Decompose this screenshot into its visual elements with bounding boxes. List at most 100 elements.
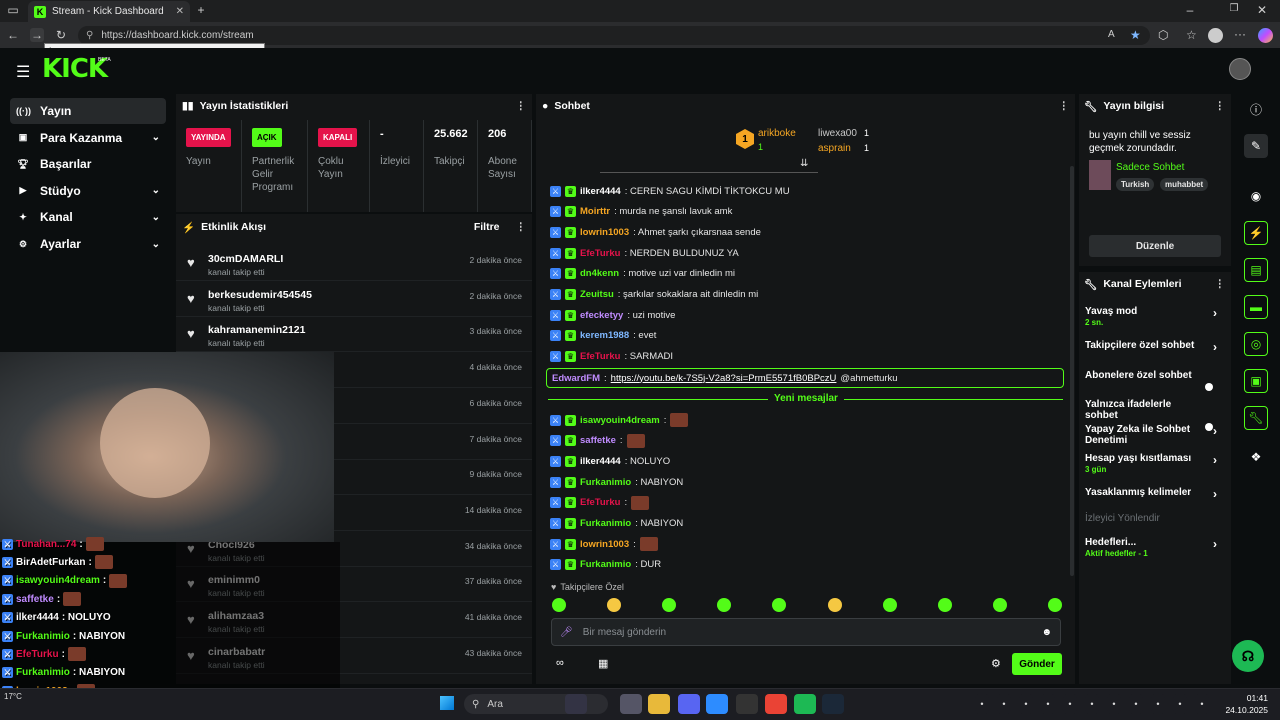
steam-icon[interactable] (822, 694, 844, 714)
chat-username[interactable]: ilker4444 (580, 186, 621, 197)
clipboard-icon[interactable]: ▤ (1244, 258, 1268, 282)
emote-icon[interactable] (882, 598, 897, 612)
spotify-icon[interactable] (794, 694, 816, 714)
wrench-icon[interactable]: 🔧︎ (1244, 406, 1268, 430)
emote-icon[interactable] (607, 598, 622, 612)
chat-input[interactable]: 🎤︎ Bir mesaj gönderin ☻ (551, 618, 1061, 646)
send-button[interactable]: Gönder (1012, 653, 1062, 675)
tray-app4-icon[interactable]: • (1063, 694, 1077, 714)
channel-action-item[interactable]: Abonelere özel sohbet (1085, 370, 1225, 381)
top-gifter-3[interactable]: asprain (818, 143, 851, 154)
network-icon[interactable]: • (1173, 694, 1187, 714)
filter-button[interactable]: Filtre (474, 221, 500, 233)
chat-username[interactable]: EfeTurku (580, 497, 620, 508)
chat-menu-icon[interactable]: ⋮ (1059, 100, 1070, 112)
chat-username[interactable]: lowrin1003 (580, 227, 629, 238)
broadcast-icon[interactable]: ◎ (1244, 332, 1268, 356)
effects-icon[interactable]: ❖ (1244, 445, 1268, 469)
chrome-icon[interactable] (765, 694, 787, 714)
channel-action-item[interactable]: Yavaş mod 2 sn. › (1085, 306, 1225, 327)
read-aloud-icon[interactable]: A (1108, 29, 1115, 40)
mic-icon[interactable]: 🎤︎ (560, 627, 573, 638)
channel-actions-menu-icon[interactable]: ⋮ (1215, 278, 1226, 290)
chat-username[interactable]: lowrin1003 (580, 539, 629, 550)
top-gifter-1[interactable]: arikboke (758, 128, 796, 139)
category-name[interactable]: Sadece Sohbet (1116, 162, 1184, 173)
chat-username[interactable]: Furkanimio (580, 477, 631, 488)
chevron-right-icon[interactable]: › (1213, 487, 1217, 501)
clock-time[interactable]: 01:41 (1224, 693, 1268, 703)
nav-item-0[interactable]: ((·)) Yayın (10, 98, 166, 124)
chat-username[interactable]: isawyouin4dream (580, 415, 660, 426)
chat-bubble-icon[interactable]: ▬ (1244, 295, 1268, 319)
chevron-right-icon[interactable]: › (1213, 453, 1217, 467)
tray-app7-icon[interactable]: • (1129, 694, 1143, 714)
chevron-down-icon[interactable]: ⌄ (152, 212, 160, 223)
emote-icon[interactable] (992, 598, 1007, 612)
channel-action-item[interactable]: Yasaklanmış kelimeler › (1085, 487, 1225, 501)
info-icon[interactable]: ⓘ (1244, 97, 1268, 121)
emote-icon[interactable] (937, 598, 952, 612)
nav-item-5[interactable]: ⚙ Ayarlar ⌄ (10, 231, 166, 257)
category-thumbnail[interactable] (1089, 160, 1111, 190)
minimize-icon[interactable]: – (1183, 3, 1197, 17)
chat-username[interactable]: EfeTurku (580, 248, 620, 259)
mention-user[interactable]: EdwardFM (552, 373, 600, 384)
hamburger-menu-icon[interactable]: ☰ (16, 62, 30, 82)
top-gifter-2[interactable]: liwexa00 (818, 128, 857, 139)
chevron-down-icon[interactable]: ⌄ (152, 185, 160, 196)
channel-action-item[interactable]: Hesap yaşı kısıtlaması 3 gün › (1085, 453, 1225, 474)
store-icon[interactable]: ▦ (598, 657, 608, 670)
extensions-icon[interactable]: ⬡ (1158, 28, 1168, 42)
emote-icon[interactable] (827, 598, 842, 612)
favorite-star-icon[interactable]: ★ (1130, 28, 1141, 42)
browser-tab[interactable]: K Stream - Kick Dashboard ✕ (28, 1, 190, 22)
edge-icon[interactable] (706, 694, 728, 714)
file-explorer-icon[interactable] (648, 694, 670, 714)
site-info-icon[interactable]: ⚲ (86, 30, 93, 41)
activity-item[interactable]: ♥ 30cmDAMARLI kanalı takip etti 2 dakika ön… (176, 245, 532, 281)
chat-username[interactable]: Furkanimio (580, 518, 631, 529)
tray-chevron-icon[interactable]: • (975, 694, 989, 714)
chat-username[interactable]: EfeTurku (580, 351, 620, 362)
stream-info-menu-icon[interactable]: ⋮ (1215, 100, 1226, 112)
chevron-right-icon[interactable]: › (1213, 424, 1217, 438)
emoji-picker-icon[interactable]: ☻ (1041, 627, 1052, 638)
expand-gifters-icon[interactable]: ⇊ (800, 158, 808, 169)
layout-icon[interactable]: ▣ (1244, 369, 1268, 393)
nav-item-2[interactable]: 🏆︎ Başarılar (10, 151, 166, 177)
start-button[interactable] (440, 696, 454, 710)
help-headset-icon[interactable]: ☊ (1232, 640, 1264, 672)
favorites-icon[interactable]: ☆ (1186, 28, 1197, 42)
channel-action-item[interactable]: İzleyici Yönlendir (1085, 513, 1225, 524)
copilot-icon[interactable] (1258, 28, 1273, 43)
tray-app2-icon[interactable]: • (1019, 694, 1033, 714)
chat-tools-icon[interactable]: ∞ (556, 657, 564, 669)
chat-username[interactable]: dn4kenn (580, 268, 619, 279)
chat-scrollbar[interactable] (1070, 166, 1074, 576)
profile-avatar[interactable] (1208, 28, 1223, 43)
stats-menu-icon[interactable]: ⋮ (516, 100, 527, 112)
clock-date[interactable]: 24.10.2025 (1224, 705, 1268, 715)
nav-item-4[interactable]: ✦ Kanal ⌄ (10, 204, 166, 230)
nav-item-3[interactable]: ▶ Stüdyo ⌄ (10, 178, 166, 204)
mention-link[interactable]: https://youtu.be/k-7S5j-V2a8?si=PrmE5571… (611, 373, 837, 384)
nav-item-1[interactable]: ▣ Para Kazanma ⌄ (10, 125, 166, 151)
mic-tray-icon[interactable]: • (1151, 694, 1165, 714)
activity-item[interactable]: ♥ berkesudemir454545 kanalı takip etti 2 da… (176, 281, 532, 317)
weather-temp[interactable]: 17°C (4, 692, 22, 701)
chevron-right-icon[interactable]: › (1213, 340, 1217, 354)
channel-action-item[interactable]: Yapay Zeka ile Sohbet Denetimi › (1085, 424, 1225, 446)
user-avatar[interactable] (1229, 58, 1251, 80)
window-menu-icon[interactable]: ▭ (6, 3, 20, 17)
volume-icon[interactable]: • (1195, 694, 1209, 714)
emote-icon[interactable] (772, 598, 787, 612)
tray-app5-icon[interactable]: • (1085, 694, 1099, 714)
maximize-icon[interactable]: ❐ (1227, 3, 1241, 14)
chevron-right-icon[interactable]: › (1213, 306, 1217, 320)
chevron-down-icon[interactable]: ⌄ (152, 239, 160, 250)
obs-icon[interactable] (736, 694, 758, 714)
edit-stream-button[interactable]: Düzenle (1089, 235, 1221, 257)
discord-icon[interactable] (678, 694, 700, 714)
emote-icon[interactable] (552, 598, 566, 612)
